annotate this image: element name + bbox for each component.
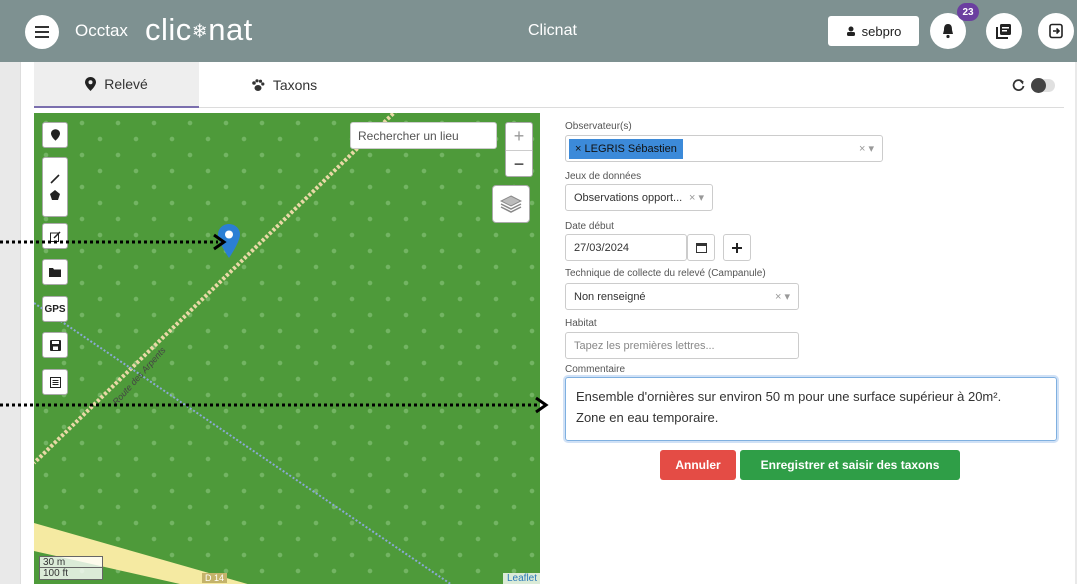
map-roads [34, 113, 453, 584]
scale-imperial: 100 ft [39, 568, 103, 580]
folder-tool-button[interactable] [42, 259, 68, 285]
refresh-icon[interactable] [1012, 79, 1025, 92]
bell-icon [943, 24, 953, 39]
observers-select[interactable]: × LEGRIS Sébastien × ▾ [565, 135, 883, 162]
annotation-arrow-comment [0, 396, 549, 414]
date-label: Date début [565, 221, 614, 232]
list-icon [49, 376, 61, 388]
layers-button[interactable] [492, 185, 530, 223]
user-label: sebpro [861, 23, 902, 39]
hamburger-icon [35, 26, 49, 38]
habitat-input[interactable]: Tapez les premières lettres... [565, 332, 799, 359]
user-button[interactable]: sebpro [828, 16, 919, 46]
tab-bar: Relevé Taxons [34, 62, 1064, 108]
add-date-button[interactable] [723, 234, 751, 261]
calendar-icon [695, 243, 707, 253]
clear-chevron-icon[interactable]: × ▾ [689, 191, 704, 204]
habitat-label: Habitat [565, 318, 597, 329]
map-scale: 30 m 100 ft [39, 556, 103, 580]
scale-metric: 30 m [39, 556, 103, 568]
toggle-switch[interactable] [1031, 78, 1055, 93]
calendar-button[interactable] [687, 234, 715, 261]
gps-button[interactable]: GPS [42, 296, 68, 322]
leaflet-attribution[interactable]: Leaflet [503, 573, 540, 584]
technique-value: Non renseigné [574, 290, 646, 303]
date-input[interactable]: 27/03/2024 [565, 234, 687, 261]
comment-label: Commentaire [565, 364, 626, 375]
floppy-disk-icon [49, 339, 61, 351]
comment-line-2: Zone en eau temporaire. [576, 410, 719, 425]
map-marker-icon [85, 77, 97, 91]
clear-chevron-icon[interactable]: × ▾ [775, 290, 790, 303]
tab-taxons[interactable]: Taxons [224, 62, 344, 108]
library-icon [996, 24, 1011, 39]
snowflake-icon: ❄ [191, 21, 209, 43]
draw-tools-group [42, 157, 68, 217]
polyline-icon[interactable] [50, 174, 60, 184]
logo-text-left: clic [145, 12, 192, 47]
observer-chip[interactable]: × LEGRIS Sébastien [569, 138, 683, 159]
logo-text-right: nat [208, 12, 253, 47]
habitat-placeholder: Tapez les premières lettres... [574, 339, 715, 352]
logout-icon [1049, 23, 1063, 39]
road-label-d14: D 14 [202, 573, 228, 583]
plus-icon [732, 242, 742, 253]
comment-line-1: Ensemble d'ornières sur environ 50 m pou… [576, 389, 1002, 404]
observers-label: Observateur(s) [565, 121, 632, 132]
tab-releve[interactable]: Relevé [34, 62, 199, 108]
map-marker-icon [50, 129, 60, 141]
releve-form: Observateur(s) × LEGRIS Sébastien × ▾ Je… [565, 113, 1065, 584]
zoom-out-button[interactable]: − [506, 150, 532, 177]
tab-taxons-label: Taxons [272, 77, 318, 93]
list-tool-button[interactable] [42, 369, 68, 395]
app-name: Occtax [75, 21, 128, 40]
comment-textarea[interactable]: Ensemble d'ornières sur environ 50 m pou… [565, 377, 1057, 441]
notification-count-badge: 23 [957, 3, 979, 21]
logout-button[interactable] [1038, 13, 1074, 49]
docs-button[interactable] [986, 13, 1022, 49]
tab-releve-label: Relevé [104, 76, 148, 92]
dataset-select[interactable]: Observations opport... × ▾ [565, 184, 713, 211]
layers-icon [500, 195, 522, 213]
menu-button[interactable] [25, 15, 59, 49]
clear-chevron-icon[interactable]: × ▾ [859, 142, 874, 155]
save-and-enter-taxa-button[interactable]: Enregistrer et saisir des taxons [740, 450, 960, 480]
dataset-value: Observations opport... [574, 191, 683, 204]
toggle-area [1012, 78, 1055, 93]
date-value: 27/03/2024 [574, 241, 630, 254]
folder-icon [49, 268, 61, 277]
polygon-icon[interactable] [50, 190, 60, 200]
annotation-arrow-map [0, 233, 227, 251]
clicnat-logo: clic❄nat [145, 12, 253, 48]
technique-select[interactable]: Non renseigné × ▾ [565, 283, 799, 310]
observer-chip-label: LEGRIS Sébastien [584, 142, 677, 155]
map[interactable]: Route des Arpents D 14 GPS Rechercher un… [34, 113, 540, 584]
cancel-button[interactable]: Annuler [660, 450, 736, 480]
user-icon [846, 26, 855, 36]
marker-tool-button[interactable] [42, 122, 68, 148]
zoom-in-button[interactable]: + [506, 123, 532, 150]
dataset-label: Jeux de données [565, 171, 642, 182]
save-tool-button[interactable] [42, 332, 68, 358]
top-bar: Occtax clic❄nat Clicnat sebpro 23 [0, 0, 1077, 62]
zoom-control: + − [505, 122, 533, 177]
header-title: Clicnat [528, 22, 577, 39]
paw-icon [252, 78, 265, 91]
map-search-input[interactable]: Rechercher un lieu [350, 122, 497, 149]
technique-label: Technique de collecte du relevé (Campanu… [565, 268, 766, 279]
